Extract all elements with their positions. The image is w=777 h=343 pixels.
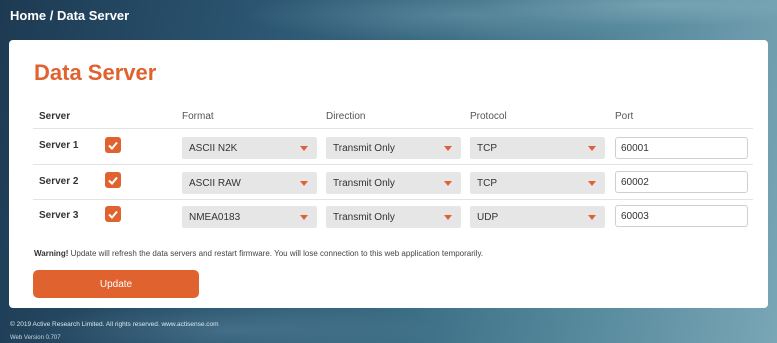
server-3-protocol-select[interactable]: UDP (470, 206, 605, 228)
checkmark-icon (108, 141, 118, 150)
server-1-format-select[interactable]: ASCII N2K (182, 137, 317, 159)
server-3-format-value: NMEA0183 (189, 211, 241, 223)
header-separator (33, 128, 753, 129)
breadcrumb: Home / Data Server (10, 8, 130, 23)
server-2-protocol-select[interactable]: TCP (470, 172, 605, 194)
server-2-format-select[interactable]: ASCII RAW (182, 172, 317, 194)
server-1-direction-value: Transmit Only (333, 142, 395, 154)
warning-text: Update will refresh the data servers and… (68, 249, 484, 258)
server-3-direction-select[interactable]: Transmit Only (326, 206, 461, 228)
footer-version: Web Version 0.707 (10, 335, 61, 341)
data-server-card: Data Server Server Format Direction Prot… (9, 40, 768, 308)
chevron-down-icon (444, 181, 452, 186)
chevron-down-icon (300, 181, 308, 186)
column-header-direction: Direction (326, 111, 366, 122)
server-2-label: Server 2 (39, 176, 79, 187)
column-header-server: Server (39, 111, 71, 122)
server-1-label: Server 1 (39, 140, 79, 151)
server-2-format-value: ASCII RAW (189, 177, 241, 189)
warning-prefix: Warning! (34, 249, 69, 258)
chevron-down-icon (444, 215, 452, 220)
server-2-protocol-value: TCP (477, 177, 497, 189)
row-separator (33, 164, 753, 165)
row-separator (33, 199, 753, 200)
page-title: Data Server (34, 60, 157, 85)
server-2-enabled-checkbox[interactable] (105, 172, 121, 188)
chevron-down-icon (588, 146, 596, 151)
footer-copyright: © 2019 Active Research Limited. All righ… (10, 321, 219, 328)
server-1-port-value: 60001 (621, 142, 649, 154)
server-3-protocol-value: UDP (477, 211, 499, 223)
server-2-port-input[interactable]: 60002 (615, 171, 748, 193)
server-2-direction-select[interactable]: Transmit Only (326, 172, 461, 194)
server-1-protocol-select[interactable]: TCP (470, 137, 605, 159)
server-3-direction-value: Transmit Only (333, 211, 395, 223)
checkmark-icon (108, 210, 118, 219)
checkmark-icon (108, 176, 118, 185)
column-header-format: Format (182, 111, 214, 122)
server-3-enabled-checkbox[interactable] (105, 206, 121, 222)
warning-message: Warning! Update will refresh the data se… (34, 249, 483, 258)
chevron-down-icon (444, 146, 452, 151)
chevron-down-icon (588, 181, 596, 186)
server-1-format-value: ASCII N2K (189, 142, 238, 154)
server-1-port-input[interactable]: 60001 (615, 137, 748, 159)
server-3-format-select[interactable]: NMEA0183 (182, 206, 317, 228)
server-1-direction-select[interactable]: Transmit Only (326, 137, 461, 159)
update-button[interactable]: Update (33, 270, 199, 298)
server-3-label: Server 3 (39, 210, 79, 221)
column-header-protocol: Protocol (470, 111, 507, 122)
server-3-port-value: 60003 (621, 210, 649, 222)
server-1-protocol-value: TCP (477, 142, 497, 154)
server-3-port-input[interactable]: 60003 (615, 205, 748, 227)
chevron-down-icon (300, 215, 308, 220)
chevron-down-icon (300, 146, 308, 151)
server-2-port-value: 60002 (621, 176, 649, 188)
column-header-port: Port (615, 111, 634, 122)
chevron-down-icon (588, 215, 596, 220)
server-1-enabled-checkbox[interactable] (105, 137, 121, 153)
server-2-direction-value: Transmit Only (333, 177, 395, 189)
